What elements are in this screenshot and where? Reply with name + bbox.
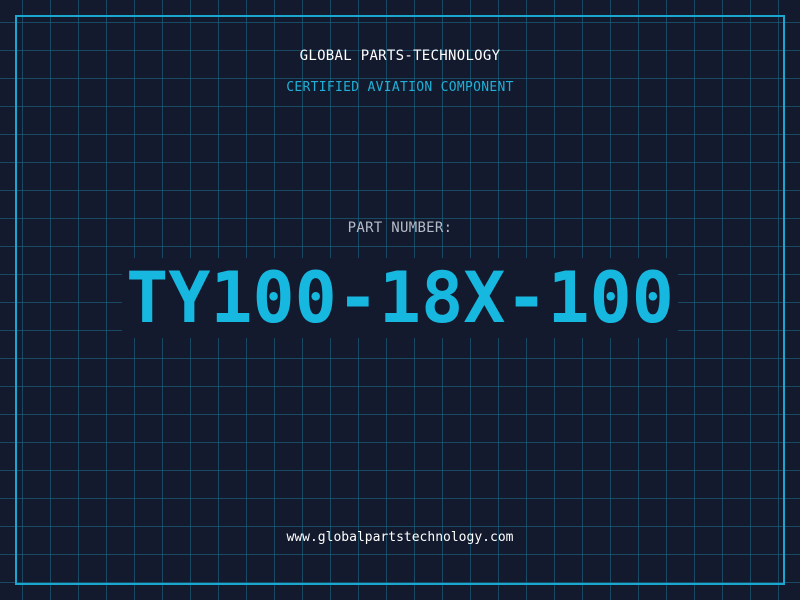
website-url: www.globalpartstechnology.com <box>286 530 514 545</box>
certification-subtitle: CERTIFIED AVIATION COMPONENT <box>286 80 514 95</box>
company-name: GLOBAL PARTS-TECHNOLOGY <box>299 48 501 64</box>
part-number-label: PART NUMBER: <box>347 220 453 236</box>
part-number-value: TY100-18X-100 <box>122 258 678 338</box>
part-number-container: TY100-18X-100 <box>0 258 800 338</box>
